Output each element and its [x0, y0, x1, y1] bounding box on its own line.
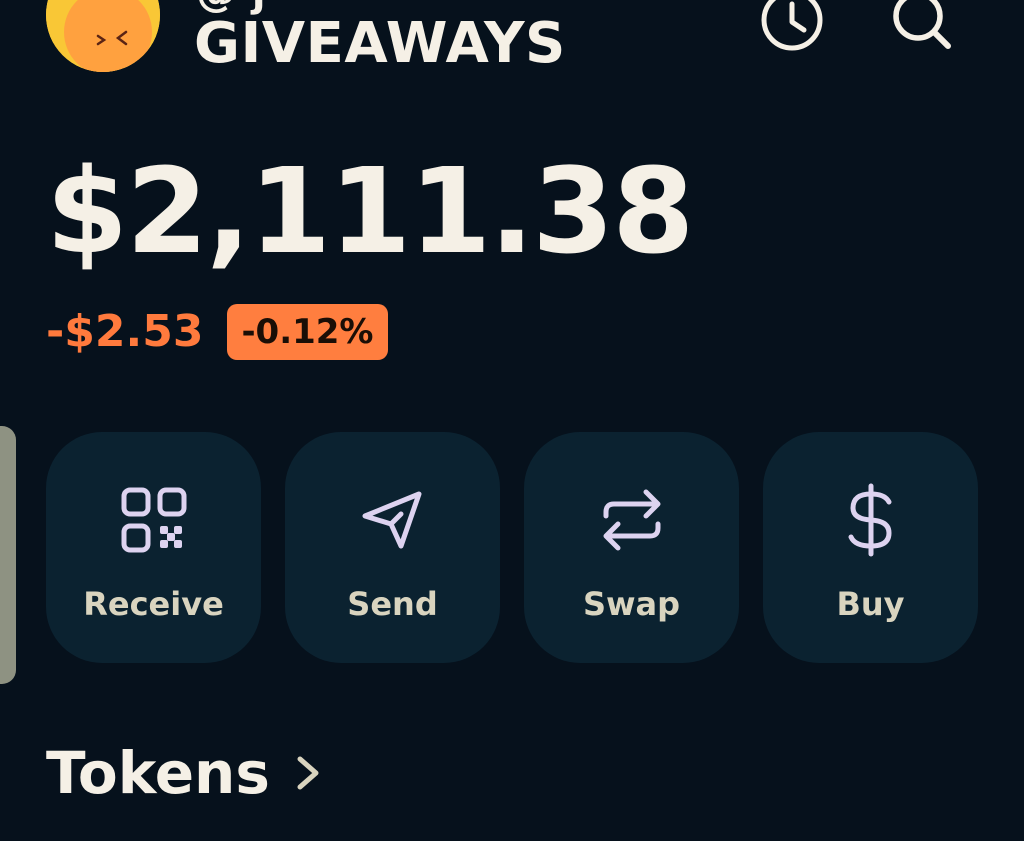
receive-label: Receive: [83, 585, 224, 623]
swap-button[interactable]: Swap: [524, 432, 739, 663]
clock-history-icon[interactable]: [756, 0, 828, 56]
avatar[interactable]: [46, 0, 160, 72]
change-percent-badge: -0.12%: [227, 304, 388, 360]
chevron-right-icon: [297, 756, 319, 790]
swap-label: Swap: [582, 585, 681, 623]
send-button[interactable]: Send: [285, 432, 500, 663]
swap-icon: [603, 489, 660, 551]
dollar-icon: [848, 483, 892, 557]
tokens-section-header[interactable]: Tokens: [46, 738, 326, 808]
qr-code-icon: [121, 487, 186, 553]
buy-button[interactable]: Buy: [763, 432, 978, 663]
buy-label: Buy: [836, 585, 905, 623]
balance-change-row: -$2.53 -0.12%: [46, 302, 388, 362]
change-amount: -$2.53: [46, 306, 204, 357]
search-icon[interactable]: [886, 0, 958, 56]
action-buttons: Receive Send Swap Buy: [46, 432, 978, 663]
receive-button[interactable]: Receive: [46, 432, 261, 663]
wallet-screen: @ j GIVEAWAYS $2,111.38 -$2.53 -0.12% Re…: [0, 0, 1024, 841]
tokens-title: Tokens: [46, 739, 270, 807]
total-balance: $2,111.38: [46, 142, 694, 280]
send-icon: [362, 491, 421, 549]
send-label: Send: [347, 585, 438, 623]
side-drawer-handle[interactable]: [0, 426, 16, 684]
avatar-emoji-icon: [46, 0, 160, 72]
account-name[interactable]: GIVEAWAYS: [194, 12, 566, 76]
